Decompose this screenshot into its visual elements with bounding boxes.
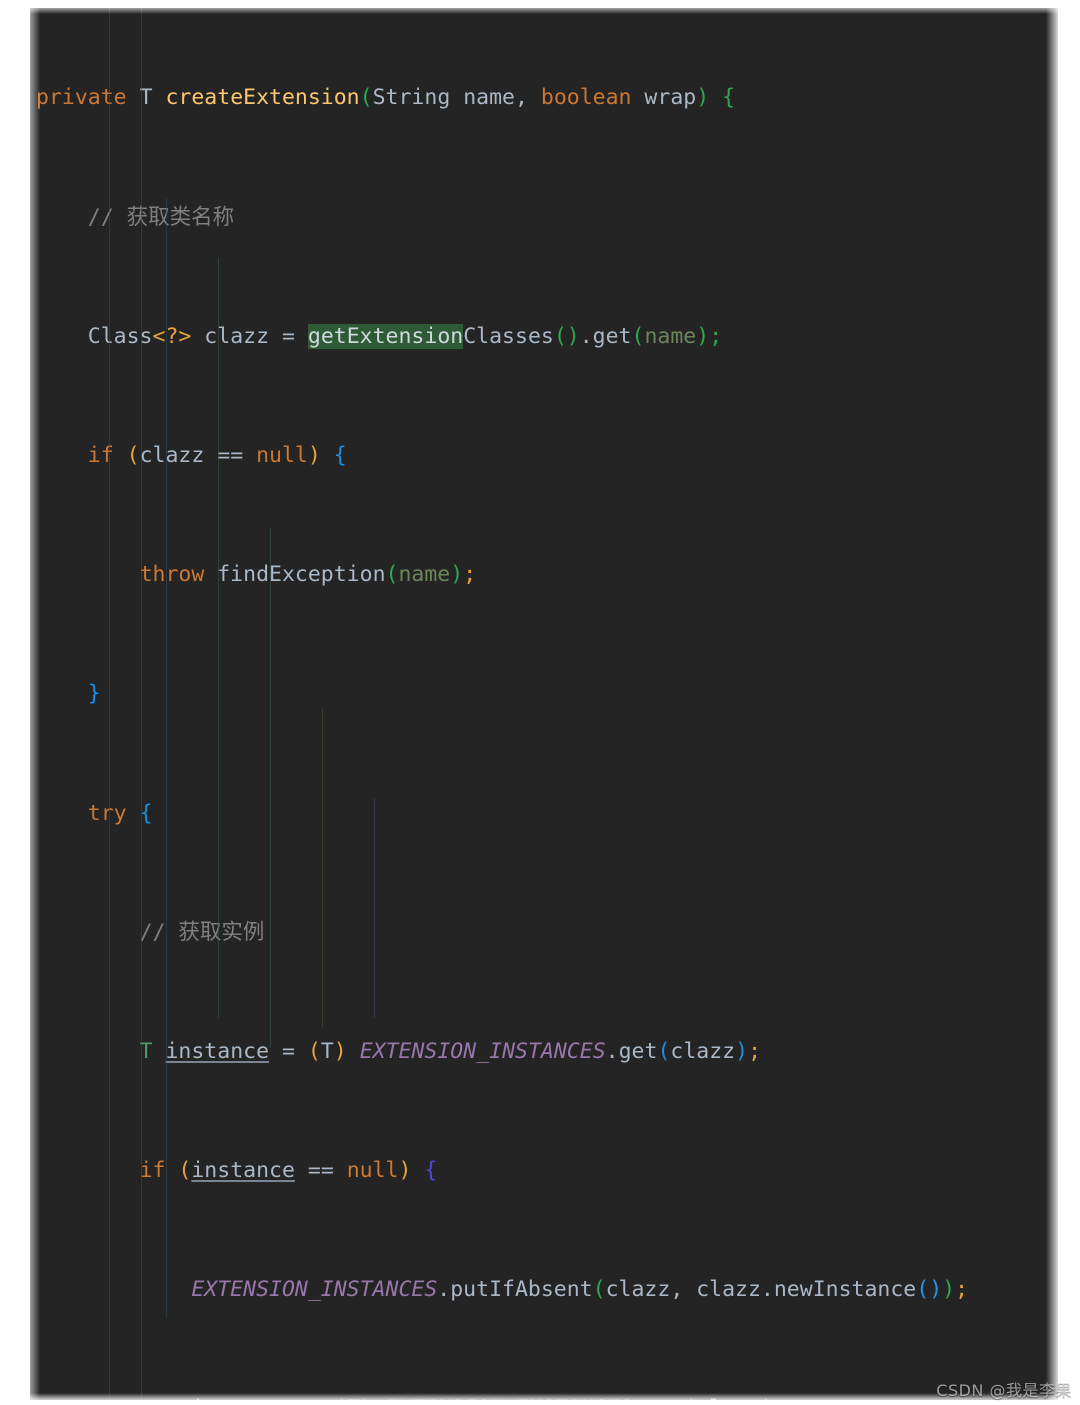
code-line[interactable]: if (instance == null) { <box>30 1156 1058 1186</box>
code-line-comment[interactable]: // 获取实例 <box>30 918 1058 948</box>
csdn-watermark: CSDN @我是李果 <box>936 1381 1072 1400</box>
screenshot-root: private T createExtension(String name, b… <box>0 0 1080 1405</box>
code-content[interactable]: private T createExtension(String name, b… <box>30 8 1058 1400</box>
code-editor-pane[interactable]: private T createExtension(String name, b… <box>30 8 1058 1400</box>
code-line[interactable]: if (clazz == null) { <box>30 441 1058 471</box>
code-line[interactable]: throw findException(name); <box>30 560 1058 590</box>
code-line[interactable]: try { <box>30 799 1058 829</box>
code-line[interactable]: T instance = (T) EXTENSION_INSTANCES.get… <box>30 1037 1058 1067</box>
code-line[interactable]: EXTENSION_INSTANCES.putIfAbsent(clazz, c… <box>30 1275 1058 1305</box>
code-line[interactable]: instance = (T) EXTENSION_INSTANCES.get(c… <box>30 1394 1058 1400</box>
code-line[interactable]: private T createExtension(String name, b… <box>30 83 1058 113</box>
code-line[interactable]: Class<?> clazz = getExtensionClasses().g… <box>30 322 1058 352</box>
code-line[interactable]: } <box>30 679 1058 709</box>
code-line-comment[interactable]: // 获取类名称 <box>30 203 1058 233</box>
